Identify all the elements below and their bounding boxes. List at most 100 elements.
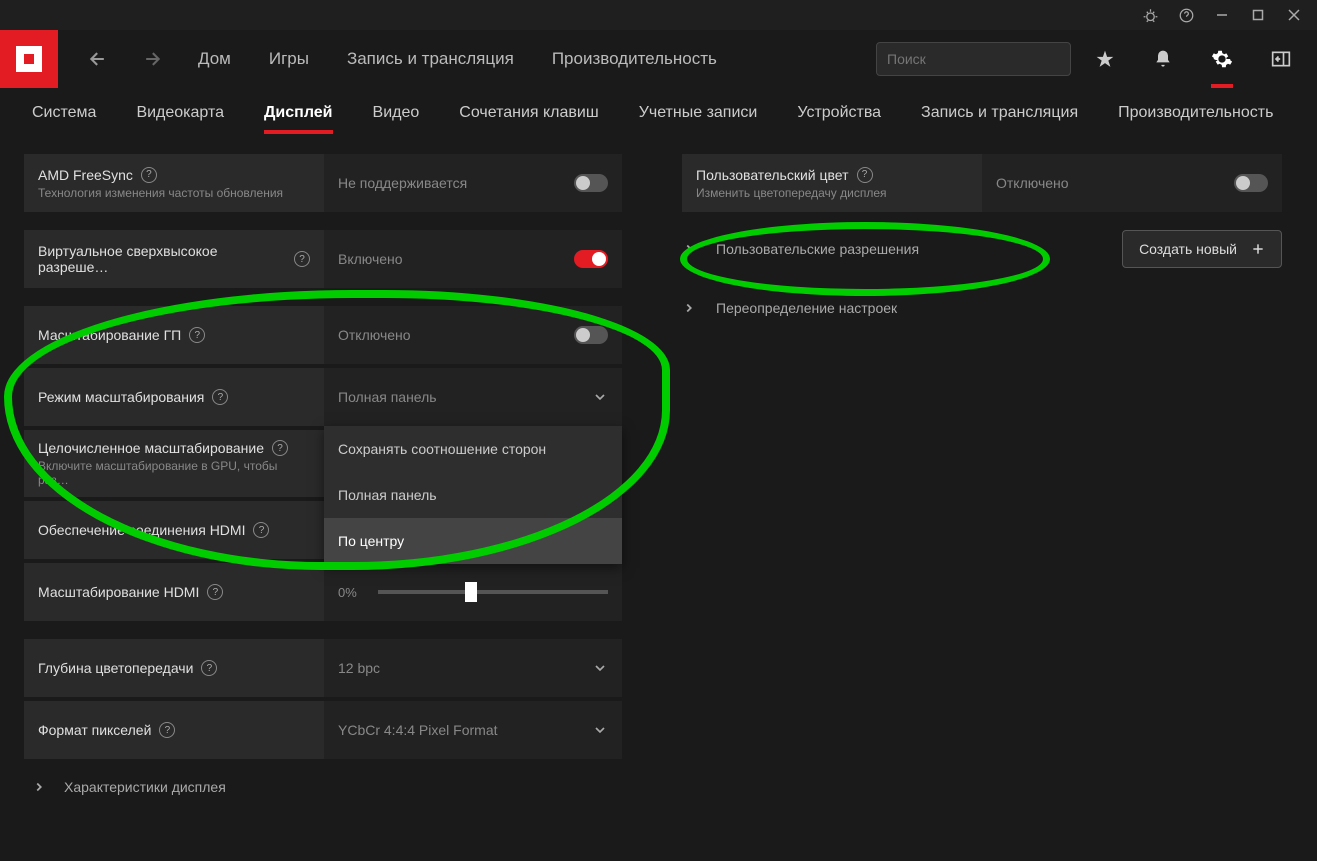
freesync-toggle[interactable] bbox=[574, 174, 608, 192]
dropdown-option-aspect[interactable]: Сохранять соотношение сторон bbox=[324, 426, 622, 472]
display-specs-expander[interactable]: Характеристики дисплея bbox=[24, 763, 622, 811]
chevron-down-icon bbox=[592, 722, 608, 738]
search-box[interactable] bbox=[876, 42, 1071, 76]
customcolor-sub: Изменить цветопередачу дисплея bbox=[696, 186, 968, 200]
hdmiscale-label: Масштабирование HDMI bbox=[38, 584, 199, 600]
chevron-right-icon bbox=[32, 780, 46, 794]
dropdown-option-center[interactable]: По центру bbox=[324, 518, 622, 564]
nav-games[interactable]: Игры bbox=[255, 49, 323, 69]
hdmilink-label: Обеспечение соединения HDMI bbox=[38, 522, 245, 538]
help-icon[interactable]: ? bbox=[207, 584, 223, 600]
tab-display[interactable]: Дисплей bbox=[246, 88, 350, 138]
settings-icon[interactable] bbox=[1197, 48, 1247, 70]
content: AMD FreeSync? Технология изменения часто… bbox=[0, 138, 1317, 827]
minimize-icon[interactable] bbox=[1214, 7, 1230, 23]
intscale-sub: Включите масштабирование в GPU, чтобы ра… bbox=[38, 459, 310, 487]
bell-icon[interactable] bbox=[1139, 49, 1187, 69]
help-icon[interactable] bbox=[1178, 7, 1194, 23]
chevron-down-icon bbox=[592, 389, 608, 405]
scalemode-label: Режим масштабирования bbox=[38, 389, 204, 405]
tab-video[interactable]: Видео bbox=[355, 88, 438, 138]
bookmark-icon[interactable] bbox=[1081, 49, 1129, 69]
maximize-icon[interactable] bbox=[1250, 7, 1266, 23]
pixfmt-value: YCbCr 4:4:4 Pixel Format bbox=[338, 722, 584, 738]
help-icon[interactable]: ? bbox=[272, 440, 288, 456]
override-label: Переопределение настроек bbox=[716, 300, 897, 316]
vsr-label: Виртуальное сверхвысокое разреше… bbox=[38, 243, 286, 275]
help-icon[interactable]: ? bbox=[159, 722, 175, 738]
freesync-value: Не поддерживается bbox=[338, 175, 566, 191]
help-icon[interactable]: ? bbox=[294, 251, 310, 267]
hdmiscale-slider[interactable] bbox=[378, 590, 608, 594]
bug-icon[interactable] bbox=[1142, 7, 1158, 23]
chevron-right-icon bbox=[682, 301, 696, 315]
nav-home[interactable]: Дом bbox=[184, 49, 245, 69]
titlebar bbox=[0, 0, 1317, 30]
topnav: Дом Игры Запись и трансляция Производите… bbox=[0, 30, 1317, 88]
chevron-right-icon bbox=[682, 242, 696, 256]
tab-system[interactable]: Система bbox=[14, 88, 114, 138]
dropdown-option-full[interactable]: Полная панель bbox=[324, 472, 622, 518]
tab-gpu[interactable]: Видеокарта bbox=[118, 88, 242, 138]
row-colordepth: Глубина цветопередачи? 12 bpc bbox=[24, 639, 622, 697]
create-new-button[interactable]: Создать новый bbox=[1122, 230, 1282, 268]
scalemode-value: Полная панель bbox=[338, 389, 584, 405]
tab-perf[interactable]: Производительность bbox=[1100, 88, 1291, 138]
nav-record[interactable]: Запись и трансляция bbox=[333, 49, 528, 69]
nav-forward-button[interactable] bbox=[130, 49, 174, 69]
colordepth-dropdown[interactable]: 12 bpc bbox=[324, 639, 622, 697]
subnav: Система Видеокарта Дисплей Видео Сочетан… bbox=[0, 88, 1317, 138]
close-icon[interactable] bbox=[1286, 7, 1302, 23]
tab-devices[interactable]: Устройства bbox=[779, 88, 899, 138]
customres-label: Пользовательские разрешения bbox=[716, 241, 919, 257]
help-icon[interactable]: ? bbox=[253, 522, 269, 538]
search-input[interactable] bbox=[887, 51, 1068, 67]
amd-logo[interactable] bbox=[0, 30, 58, 88]
gpuscale-toggle[interactable] bbox=[574, 326, 608, 344]
row-hdmiscale: Масштабирование HDMI? 0% bbox=[24, 563, 622, 621]
left-column: AMD FreeSync? Технология изменения часто… bbox=[24, 154, 622, 811]
help-icon[interactable]: ? bbox=[212, 389, 228, 405]
row-pixfmt: Формат пикселей? YCbCr 4:4:4 Pixel Forma… bbox=[24, 701, 622, 759]
row-scalemode: Режим масштабирования? Полная панель bbox=[24, 368, 622, 426]
customcolor-label: Пользовательский цвет bbox=[696, 167, 849, 183]
help-icon[interactable]: ? bbox=[857, 167, 873, 183]
gpuscale-value: Отключено bbox=[338, 327, 566, 343]
help-icon[interactable]: ? bbox=[201, 660, 217, 676]
scalemode-dropdown[interactable]: Полная панель bbox=[324, 368, 622, 426]
help-icon[interactable]: ? bbox=[189, 327, 205, 343]
plus-icon bbox=[1251, 242, 1265, 256]
tab-record[interactable]: Запись и трансляция bbox=[903, 88, 1096, 138]
row-customres: Пользовательские разрешения Создать новы… bbox=[682, 216, 1282, 282]
override-expander[interactable]: Переопределение настроек bbox=[682, 300, 897, 316]
right-column: Пользовательский цвет? Изменить цветопер… bbox=[682, 154, 1282, 811]
row-vsr: Виртуальное сверхвысокое разреше…? Включ… bbox=[24, 230, 622, 288]
customcolor-toggle[interactable] bbox=[1234, 174, 1268, 192]
nav-back-button[interactable] bbox=[76, 49, 120, 69]
help-icon[interactable]: ? bbox=[141, 167, 157, 183]
chevron-down-icon bbox=[592, 660, 608, 676]
row-override: Переопределение настроек bbox=[682, 286, 1282, 330]
customcolor-value: Отключено bbox=[996, 175, 1234, 191]
freesync-label: AMD FreeSync bbox=[38, 167, 133, 183]
tab-accounts[interactable]: Учетные записи bbox=[621, 88, 776, 138]
row-gpuscale: Масштабирование ГП? Отключено bbox=[24, 306, 622, 364]
hdmiscale-value: 0% bbox=[338, 585, 357, 600]
create-new-label: Создать новый bbox=[1139, 241, 1237, 257]
display-specs-label: Характеристики дисплея bbox=[64, 779, 226, 795]
gpuscale-label: Масштабирование ГП bbox=[38, 327, 181, 343]
scalemode-dropdown-panel: Сохранять соотношение сторон Полная пане… bbox=[324, 426, 622, 564]
tab-hotkeys[interactable]: Сочетания клавиш bbox=[441, 88, 616, 138]
panel-icon[interactable] bbox=[1257, 49, 1305, 69]
row-customcolor: Пользовательский цвет? Изменить цветопер… bbox=[682, 154, 1282, 212]
freesync-sub: Технология изменения частоты обновления bbox=[38, 186, 310, 200]
row-freesync: AMD FreeSync? Технология изменения часто… bbox=[24, 154, 622, 212]
nav-perf[interactable]: Производительность bbox=[538, 49, 731, 69]
colordepth-label: Глубина цветопередачи bbox=[38, 660, 193, 676]
customres-expander[interactable]: Пользовательские разрешения bbox=[682, 241, 919, 257]
colordepth-value: 12 bpc bbox=[338, 660, 584, 676]
pixfmt-dropdown[interactable]: YCbCr 4:4:4 Pixel Format bbox=[324, 701, 622, 759]
slider-handle[interactable] bbox=[465, 582, 477, 602]
vsr-toggle[interactable] bbox=[574, 250, 608, 268]
intscale-label: Целочисленное масштабирование bbox=[38, 440, 264, 456]
